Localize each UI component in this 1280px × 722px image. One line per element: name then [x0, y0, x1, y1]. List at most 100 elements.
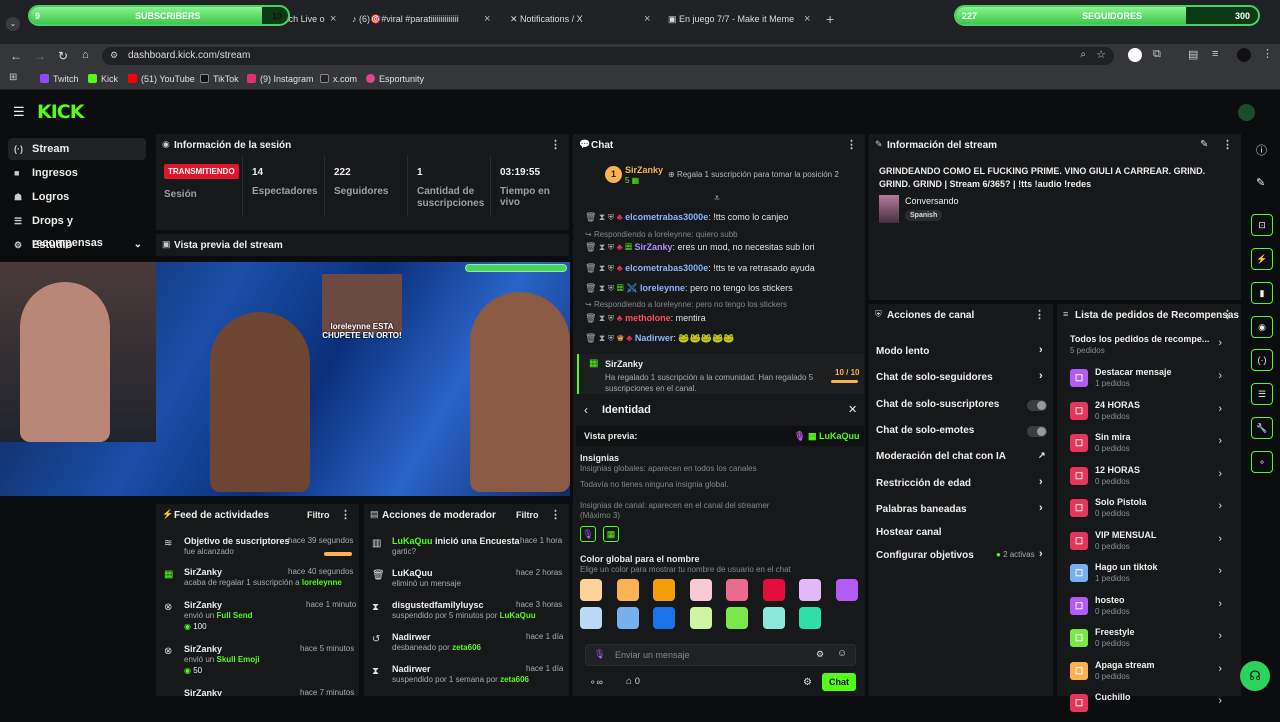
chat-input[interactable]: 🎙 Enviar un mensaje ⚙ ☺ [585, 644, 856, 666]
color-swatch[interactable] [799, 607, 821, 629]
tool-button-bolt[interactable]: ⚡ [1251, 248, 1273, 270]
back-icon[interactable]: ← [10, 49, 22, 63]
tool-button-wrench[interactable]: 🔧 [1251, 417, 1273, 439]
kick-points-icon[interactable]: ⌂ 0 [626, 676, 640, 687]
color-swatch[interactable] [616, 579, 639, 601]
channel-action-item[interactable]: Chat de solo-seguidores [876, 372, 993, 383]
toggle-switch[interactable] [1027, 426, 1047, 437]
mod-action-item[interactable]: 🗑 LuKaQuu eliminó un mensaje hace 2 hora… [368, 568, 566, 600]
reward-item[interactable]: ☐ Solo Pistola 0 pedidos › [1070, 497, 1240, 527]
home-icon[interactable]: ⌂ [82, 49, 89, 61]
sidebar-item-drops[interactable]: ☰ Drops y recompensas [8, 210, 146, 249]
tool-button-broadcast[interactable]: (·) [1251, 349, 1273, 371]
mod-tools-icon[interactable]: 🗑 ⧗ ⛨ [585, 242, 617, 252]
tab-search-button[interactable]: ⌄ [6, 17, 20, 31]
send-chat-button[interactable]: Chat [822, 673, 856, 691]
sidebar-item-ingresos[interactable]: ■ Ingresos [8, 162, 146, 184]
reward-item[interactable]: ☐ Sin mira 0 pedidos › [1070, 432, 1240, 462]
chat-username[interactable]: metholone [625, 313, 671, 323]
forward-icon[interactable]: → [34, 49, 46, 63]
color-swatch[interactable] [726, 607, 748, 629]
collapse-chevron-icon[interactable]: ⩡ [714, 193, 720, 204]
rewards-all-item[interactable]: Todos los pedidos de recompe... 5 pedido… [1070, 334, 1240, 364]
reward-item[interactable]: ☐ Freestyle 0 pedidos › [1070, 627, 1240, 657]
bookmark-youtube[interactable]: (51) YouTube [128, 74, 195, 84]
new-tab-button[interactable]: + [826, 11, 834, 27]
mod-tools-icon[interactable]: 🗑 ⧗ ⛨ [585, 212, 617, 222]
channel-action-item[interactable]: Restricción de edad [876, 478, 971, 489]
color-swatch[interactable] [580, 607, 602, 629]
stream-category[interactable]: Conversando [905, 196, 959, 206]
mod-tools-icon[interactable]: 🗑 ⧗ ⛨ [585, 313, 617, 323]
toggle-switch[interactable] [1027, 400, 1047, 411]
chat-message[interactable]: 🗑 ⧗ ⛨ ♣ metholone: mentira [585, 313, 706, 324]
settings-icon[interactable]: ⚙ [803, 677, 812, 688]
cast-icon[interactable]: ▤ [1188, 48, 1198, 61]
mod-tools-icon[interactable]: 🗑 ⧗ ⛨ [585, 333, 617, 343]
channel-action-item[interactable]: Modo lento [876, 346, 929, 357]
mod-action-item[interactable]: ▥ LuKaQuu inició una Encuesta gartic? ha… [368, 536, 566, 568]
chat-username[interactable]: elcometrabas3000e [625, 212, 708, 222]
mod-tools-icon[interactable]: 🗑 ⧗ ⛨ [585, 283, 617, 293]
color-swatch[interactable] [689, 607, 712, 629]
mod-action-item[interactable]: ⧗ disgustedfamilyluysc suspendido por 5 … [368, 600, 566, 632]
close-tab-icon[interactable]: × [644, 13, 650, 25]
reward-item[interactable]: ☐ hosteo 0 pedidos › [1070, 595, 1240, 625]
channel-action-item[interactable]: Palabras baneadas [876, 504, 967, 515]
more-options-icon[interactable]: ⋮ [550, 508, 561, 521]
moderator-name[interactable]: zeta606 [500, 675, 529, 684]
close-tab-icon[interactable]: × [804, 13, 810, 25]
more-options-icon[interactable]: ⋮ [846, 138, 857, 151]
reward-item[interactable]: ☐ Hago un tiktok 1 pedidos › [1070, 562, 1240, 592]
browser-tab[interactable]: ▣ En juego 7/7 - Make it Meme [668, 14, 794, 25]
reward-item[interactable]: ☐ VIP MENSUAL 0 pedidos › [1070, 530, 1240, 560]
tool-button-notes[interactable]: ▮ [1251, 282, 1273, 304]
kick-logo[interactable]: KICK [37, 101, 84, 123]
color-swatch[interactable] [762, 607, 785, 629]
bookmark-kick[interactable]: Kick [88, 74, 118, 84]
badge-option-mic[interactable]: 🎙 [580, 526, 596, 542]
close-tab-icon[interactable]: × [484, 13, 490, 25]
moderator-name[interactable]: LuKaQuu [500, 611, 536, 620]
pinned-leader[interactable]: 1 SirZanky 5 ▦ ⊕ Regala 1 suscripción pa… [605, 165, 855, 188]
bookmark-instagram[interactable]: (9) Instagram [247, 74, 314, 84]
reward-item[interactable]: ☐ 12 HORAS 0 pedidos › [1070, 465, 1240, 495]
close-tab-icon[interactable]: × [330, 13, 336, 25]
user-avatar[interactable] [1238, 104, 1255, 121]
emoji-icon[interactable]: ☺ [837, 648, 847, 659]
tool-button-nodes[interactable]: ⚬ [1251, 451, 1273, 473]
mod-user[interactable]: LuKaQuu [392, 536, 433, 546]
color-swatch[interactable] [653, 607, 675, 629]
activity-item[interactable]: ≋ Objetivo de suscriptores fue alcanzado… [160, 536, 356, 568]
gift-event[interactable]: ▦ SirZanky Ha regalado 1 suscripción a l… [577, 354, 864, 394]
color-swatch[interactable] [726, 579, 748, 601]
activity-item[interactable]: ⊗ SirZanky envió un Skull Emoji ◉ 50 hac… [160, 644, 356, 676]
color-swatch[interactable] [762, 579, 785, 601]
more-options-icon[interactable]: ⋮ [1222, 138, 1233, 151]
hamburger-menu-icon[interactable]: ☰ [13, 104, 25, 120]
mod-action-item[interactable]: ⧗ Nadirwer suspendido por 1 semana por z… [368, 664, 566, 696]
activity-item[interactable]: ▦ SirZanky acaba de regalar 1 suscripció… [160, 567, 356, 599]
reload-icon[interactable]: ↻ [58, 49, 68, 63]
recipient-name[interactable]: loreleynne [302, 578, 342, 587]
tool-button-scan[interactable]: ⊡ [1251, 214, 1273, 236]
chat-message[interactable]: 🗑 ⧗ ⛨ ▦ ⚔ loreleynne: pero no tengo los … [585, 283, 793, 294]
chat-username[interactable]: loreleynne [640, 283, 685, 293]
filter-button[interactable]: Filtro [516, 510, 539, 520]
reward-item[interactable]: ☐ Apaga stream 0 pedidos › [1070, 660, 1240, 690]
more-options-icon[interactable]: ⋮ [1034, 308, 1045, 321]
site-info-icon[interactable]: ⚙ [110, 50, 118, 61]
activity-item[interactable]: ⊗ SirZanky envió un Full Send ◉ 100 hace… [160, 600, 356, 632]
puzzle-icon[interactable]: ⧉ [1153, 48, 1161, 61]
channel-action-item[interactable]: Configurar objetivos [876, 550, 974, 561]
sidebar-item-logros[interactable]: ☗ Logros [8, 186, 146, 208]
reward-item[interactable]: ☐ Cuchillo › [1070, 692, 1240, 722]
edit-icon[interactable]: ✎ [1200, 139, 1208, 150]
browser-tab[interactable]: ✕ Notifications / X [510, 14, 583, 25]
info-icon[interactable]: ⓘ [1256, 142, 1267, 158]
apps-icon[interactable]: ⊞ [9, 72, 17, 83]
tool-button-list[interactable]: ☰ [1251, 383, 1273, 405]
pickem-icon[interactable]: ⚬∞ [589, 677, 603, 688]
color-swatch[interactable] [580, 579, 602, 601]
color-swatch[interactable] [653, 579, 675, 601]
